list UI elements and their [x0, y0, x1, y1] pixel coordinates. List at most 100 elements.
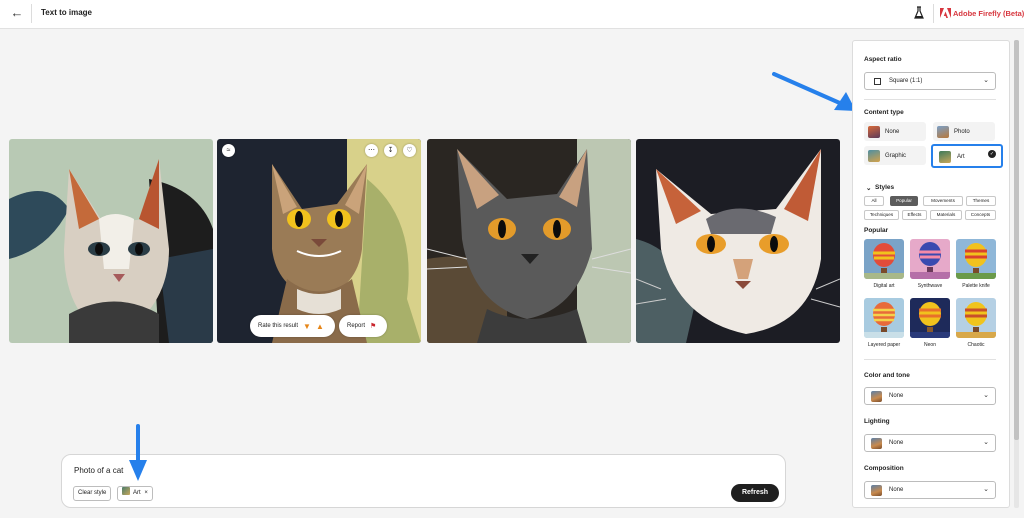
color-tone-select[interactable]: None ⌄: [864, 387, 996, 405]
style-item-label: Layered paper: [867, 342, 901, 348]
flag-icon: ⚑: [370, 323, 377, 330]
content-type-label: None: [885, 128, 900, 135]
style-tag-themes[interactable]: Themes: [966, 196, 996, 206]
brand-name: Adobe Firefly (Beta): [953, 8, 1024, 18]
none-thumbnail: [871, 438, 882, 449]
chevron-down-icon: ⌄: [983, 77, 989, 84]
result-image-hovered[interactable]: ≈ ⋯ ↧ ♡ Rate this result ▼ ▲ Report ⚑: [217, 139, 421, 343]
style-item-label: Digital art: [873, 283, 895, 289]
style-item-layered-paper[interactable]: Layered paper: [864, 298, 904, 348]
thumbs-down-icon[interactable]: ▼: [303, 322, 311, 331]
checkmark-icon: ✓: [988, 150, 996, 158]
style-thumbnail: [864, 239, 904, 279]
lighting-label: Lighting: [864, 418, 890, 425]
style-tag-materials[interactable]: Materials: [930, 210, 962, 220]
aspect-ratio-select[interactable]: Square (1:1) ⌄: [864, 72, 996, 90]
settings-panel: Aspect ratio Square (1:1) ⌄ Content type…: [852, 40, 1010, 508]
divider: [933, 4, 934, 23]
lighting-value: None: [889, 440, 904, 446]
annotation-arrow-icon: [129, 424, 147, 481]
chevron-down-icon: ⌄: [983, 392, 989, 399]
back-arrow-icon[interactable]: ←: [10, 6, 24, 20]
chevron-down-icon: ⌄: [983, 439, 989, 446]
composition-select[interactable]: None ⌄: [864, 481, 996, 499]
content-type-label: Graphic: [885, 152, 907, 159]
art-thumbnail: [939, 151, 951, 163]
rate-result-pill: Rate this result ▼ ▲: [250, 315, 335, 337]
more-options-icon[interactable]: ⋯: [365, 144, 378, 157]
scrollbar-thumb[interactable]: [1014, 40, 1019, 440]
content-type-none[interactable]: None: [864, 122, 926, 141]
content-type-graphic[interactable]: Graphic: [864, 146, 926, 165]
composition-value: None: [889, 487, 904, 493]
rate-label: Rate this result: [258, 323, 299, 329]
style-item-digital-art[interactable]: Digital art: [864, 239, 904, 289]
favorite-icon[interactable]: ♡: [403, 144, 416, 157]
result-image[interactable]: [9, 139, 213, 343]
style-item-chaotic[interactable]: Chaotic: [956, 298, 996, 348]
annotation-arrow-icon: [772, 72, 856, 111]
style-item-synthwave[interactable]: Synthwave: [910, 239, 950, 289]
lighting-select[interactable]: None ⌄: [864, 434, 996, 452]
style-item-label: Synthwave: [917, 283, 943, 289]
style-item-label: Palette knife: [962, 283, 990, 289]
style-item-label: Neon: [924, 342, 936, 348]
style-tag-all[interactable]: All: [864, 196, 884, 206]
style-tag-popular[interactable]: Popular: [890, 196, 918, 206]
download-icon[interactable]: ↧: [384, 144, 397, 157]
style-thumbnail: [910, 239, 950, 279]
flask-icon[interactable]: [914, 6, 924, 20]
prompt-bar[interactable]: Photo of a cat Clear style Art × Refresh: [61, 454, 786, 508]
aspect-ratio-label: Aspect ratio: [864, 56, 902, 63]
style-tag-effects[interactable]: Effects: [902, 210, 927, 220]
photo-thumbnail: [937, 126, 949, 138]
style-item-label: Chaotic: [967, 342, 985, 348]
color-tone-label: Color and tone: [864, 372, 910, 379]
none-thumbnail: [868, 126, 880, 138]
composition-label: Composition: [864, 465, 904, 472]
result-image[interactable]: [427, 139, 631, 343]
graphic-thumbnail: [868, 150, 880, 162]
style-item-neon[interactable]: Neon: [910, 298, 950, 348]
style-thumbnail: [910, 298, 950, 338]
style-chip-art[interactable]: Art ×: [117, 486, 153, 501]
aspect-ratio-value: Square (1:1): [889, 78, 923, 84]
report-button[interactable]: Report ⚑: [339, 315, 387, 337]
divider: [864, 99, 996, 100]
style-thumbnail: [956, 239, 996, 279]
styles-chevron-icon[interactable]: ⌄: [866, 184, 871, 192]
chip-label: Art: [133, 490, 141, 496]
remix-icon[interactable]: ≈: [222, 144, 235, 157]
thumbs-up-icon[interactable]: ▲: [316, 322, 324, 331]
content-type-label: Content type: [864, 109, 904, 116]
content-type-photo[interactable]: Photo: [933, 122, 995, 141]
clear-style-button[interactable]: Clear style: [73, 486, 112, 501]
art-thumbnail: [122, 487, 130, 495]
style-tag-techniques[interactable]: Techniques: [864, 210, 899, 220]
style-tag-concepts[interactable]: Concepts: [965, 210, 996, 220]
content-type-label: Photo: [954, 128, 970, 135]
chevron-down-icon: ⌄: [983, 486, 989, 493]
panel-scrollbar[interactable]: [1014, 40, 1019, 508]
remove-chip-icon[interactable]: ×: [144, 490, 148, 496]
prompt-input[interactable]: Photo of a cat: [74, 466, 123, 475]
result-image[interactable]: [636, 139, 840, 343]
top-bar: ← Text to image Adobe Firefly (Beta): [0, 0, 1024, 29]
adobe-logo-icon: [940, 8, 951, 18]
none-thumbnail: [871, 391, 882, 402]
popular-section-label: Popular: [864, 227, 889, 234]
refresh-button[interactable]: Refresh: [731, 484, 779, 502]
style-thumbnail: [864, 298, 904, 338]
square-icon: [874, 78, 881, 85]
image-gallery: ≈ ⋯ ↧ ♡ Rate this result ▼ ▲ Report ⚑: [9, 139, 841, 343]
content-type-art[interactable]: Art ✓: [931, 144, 1003, 168]
content-type-label: Art: [957, 153, 965, 160]
page-title: Text to image: [41, 8, 92, 17]
style-thumbnail: [956, 298, 996, 338]
report-label: Report: [347, 323, 366, 329]
style-tag-movements[interactable]: Movements: [923, 196, 963, 206]
divider: [31, 4, 32, 23]
styles-label[interactable]: Styles: [875, 184, 894, 191]
divider: [864, 359, 996, 360]
style-item-palette-knife[interactable]: Palette knife: [956, 239, 996, 289]
